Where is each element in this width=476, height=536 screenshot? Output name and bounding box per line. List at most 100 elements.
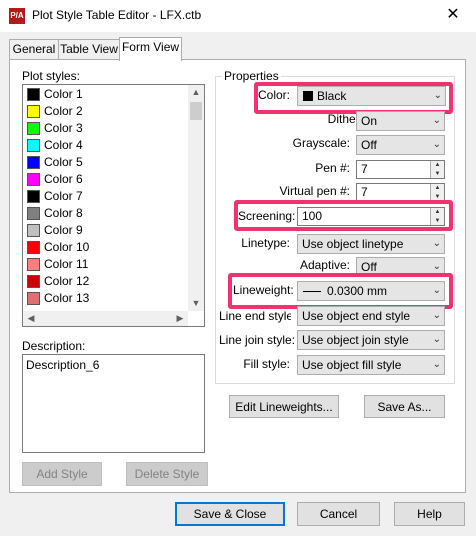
virtual-pen-label: Virtual pen #: [279,184,351,198]
spin-up-icon[interactable]: ▲ [430,208,444,217]
tab-table-view[interactable]: Table View [58,39,120,59]
list-item-label: Color 8 [44,206,83,220]
list-item[interactable]: Color 9 [25,222,188,239]
line-join-label: Line join style: [219,333,296,347]
fill-style-select[interactable]: Use object fill style ⌄ [297,355,445,375]
spin-down-icon[interactable]: ▼ [430,169,444,178]
list-item-label: Color 10 [44,240,90,254]
fill-style-value: Use object fill style [302,358,402,372]
pen-label: Pen #: [315,161,350,175]
list-item-label: Color 13 [44,291,90,305]
list-item[interactable]: Color 4 [25,137,188,154]
app-icon: P/A [9,8,25,24]
description-field[interactable]: Description_6 [22,354,205,453]
color-select[interactable]: Black ⌄ [297,86,446,106]
line-end-select[interactable]: Use object end style ⌄ [297,306,445,326]
list-item[interactable]: Color 13 [25,290,188,307]
color-swatch [27,190,40,203]
grayscale-label: Grayscale: [292,136,350,150]
list-item[interactable]: Color 7 [25,188,188,205]
spin-up-icon[interactable]: ▲ [430,184,444,193]
adaptive-value: Off [361,260,377,274]
screening-field[interactable]: 100 ▲ ▼ [297,207,445,226]
chevron-down-icon: ⌄ [432,238,441,249]
tab-general[interactable]: General [9,39,59,59]
chevron-down-icon: ⌄ [432,285,441,296]
list-item[interactable]: Color 3 [25,120,188,137]
dither-value: On [361,114,378,128]
screening-value: 100 [302,209,323,223]
dither-label: Dither: [327,112,363,126]
adaptive-label: Adaptive: [299,258,350,272]
line-end-label: Line end style: [219,309,291,323]
color-swatch [27,105,40,118]
list-item-label: Color 5 [44,155,83,169]
color-swatch [27,156,40,169]
color-swatch [303,91,313,101]
list-item[interactable]: Color 8 [25,205,188,222]
color-swatch [27,258,40,271]
plot-styles-list[interactable]: Color 1 Color 2 Color 3 Color 4 Color 5 Color… [22,84,205,327]
horizontal-scrollbar[interactable]: ◀ ▶ [23,311,188,326]
color-swatch [27,173,40,186]
list-item-label: Color 6 [44,172,83,186]
scroll-down-icon[interactable]: ▼ [188,296,204,311]
linetype-value: Use object linetype [302,237,404,251]
fill-style-label: Fill style: [243,357,290,371]
pen-value: 7 [361,162,368,176]
list-item[interactable]: Color 12 [25,273,188,290]
list-item-label: Color 11 [44,257,89,271]
list-item-label: Color 2 [44,104,83,118]
color-swatch [27,122,40,135]
pen-number-field[interactable]: 7 ▲ ▼ [356,160,445,179]
close-icon[interactable]: ✕ [438,4,468,26]
list-item-label: Color 7 [44,189,83,203]
dither-select[interactable]: On ⌄ [356,111,445,131]
lineweight-select[interactable]: 0.0300 mm ⌄ [297,281,445,301]
line-join-select[interactable]: Use object join style ⌄ [297,330,445,350]
list-item[interactable]: Color 6 [25,171,188,188]
color-swatch [27,224,40,237]
scroll-right-icon[interactable]: ▶ [172,311,188,326]
list-item[interactable]: Color 1 [25,86,188,103]
save-close-button[interactable]: Save & Close [175,502,285,526]
save-as-button[interactable]: Save As... [364,395,445,418]
color-swatch [27,241,40,254]
edit-lineweights-button[interactable]: Edit Lineweights... [229,395,339,418]
chevron-down-icon: ⌄ [432,334,441,345]
help-button[interactable]: Help [394,502,465,526]
description-label: Description: [22,339,86,353]
list-item[interactable]: Color 2 [25,103,188,120]
list-item[interactable]: Color 11 [25,256,188,273]
grayscale-value: Off [361,138,377,152]
delete-style-button[interactable]: Delete Style [126,462,208,486]
line-end-value: Use object end style [302,309,411,323]
window-title: Plot Style Table Editor - LFX.ctb [32,8,202,22]
scroll-up-icon[interactable]: ▲ [188,85,204,100]
color-swatch [27,139,40,152]
linetype-select[interactable]: Use object linetype ⌄ [297,234,445,254]
tab-form-view[interactable]: Form View [119,37,182,61]
chevron-down-icon: ⌄ [432,359,441,370]
color-swatch [27,275,40,288]
scroll-thumb[interactable] [190,102,202,120]
spin-down-icon[interactable]: ▼ [430,216,444,225]
list-item-label: Color 3 [44,121,83,135]
scroll-left-icon[interactable]: ◀ [23,311,39,326]
list-item[interactable]: Color 10 [25,239,188,256]
virtual-pen-value: 7 [361,185,368,199]
color-label: Color: [257,88,290,102]
list-item-label: Color 1 [44,87,83,101]
cancel-button[interactable]: Cancel [297,502,380,526]
spin-up-icon[interactable]: ▲ [430,161,444,170]
color-swatch [27,207,40,220]
vertical-scrollbar[interactable]: ▲ ▼ [188,85,204,311]
color-swatch [27,88,40,101]
line-sample-icon [303,291,321,292]
list-item[interactable]: Color 5 [25,154,188,171]
list-item-label: Color 9 [44,223,83,237]
grayscale-select[interactable]: Off ⌄ [356,135,445,155]
list-item-label: Color 4 [44,138,83,152]
list-item-label: Color 12 [44,274,90,288]
add-style-button[interactable]: Add Style [22,462,102,486]
